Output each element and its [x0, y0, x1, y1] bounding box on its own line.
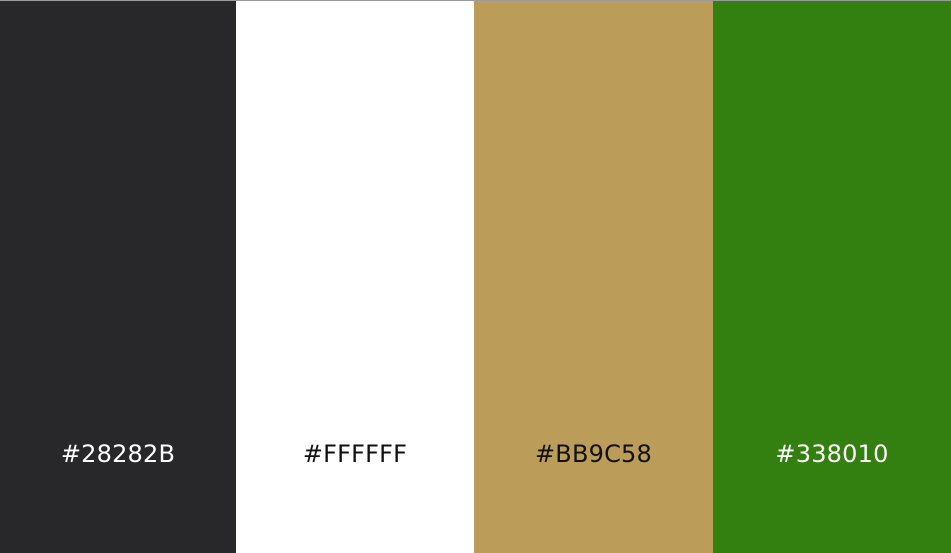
color-swatch-2[interactable]: #FFFFFF [236, 1, 474, 553]
swatch-hex-label: #338010 [775, 440, 889, 468]
color-swatch-4[interactable]: #338010 [713, 1, 951, 553]
color-swatch-3[interactable]: #BB9C58 [474, 1, 713, 553]
color-swatch-1[interactable]: #28282B [0, 1, 236, 553]
swatch-hex-label: #BB9C58 [534, 440, 652, 468]
color-palette: #28282B #FFFFFF #BB9C58 #338010 [0, 0, 951, 553]
swatch-hex-label: #28282B [60, 440, 176, 468]
swatch-hex-label: #FFFFFF [302, 440, 408, 468]
